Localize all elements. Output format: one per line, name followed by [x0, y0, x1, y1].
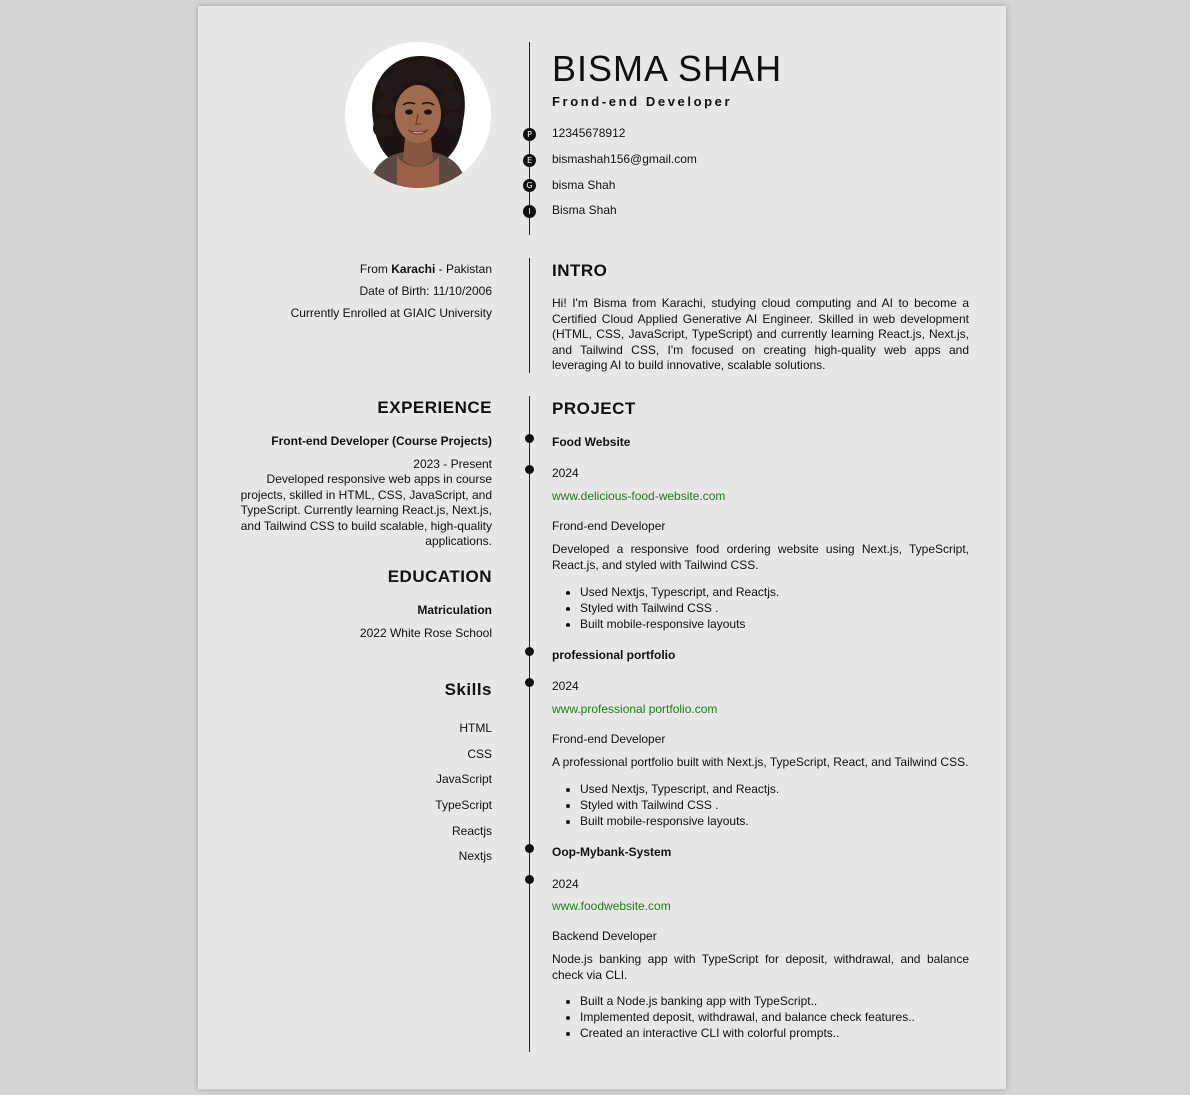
project-link[interactable]: www.professional portfolio.com: [552, 702, 717, 716]
projects-heading: PROJECT: [552, 399, 636, 418]
skill-item: CSS: [467, 747, 492, 761]
project-bullets: Used Nextjs, Typescript, and Reactjs. St…: [552, 782, 997, 829]
experience-role: Front-end Developer (Course Projects): [271, 434, 492, 448]
project-bullet: Used Nextjs, Typescript, and Reactjs.: [580, 585, 997, 601]
enrollment: Currently Enrolled at GIAIC University: [290, 306, 492, 320]
project-link[interactable]: www.delicious-food-website.com: [552, 489, 725, 503]
intro-heading: INTRO: [552, 261, 608, 280]
project-link[interactable]: www.foodwebsite.com: [552, 899, 671, 913]
timeline-dot: [525, 647, 534, 656]
email-address[interactable]: bismashah156@gmail.com: [552, 152, 697, 166]
education-detail: 2022 White Rose School: [359, 626, 492, 640]
location-prefix: From: [359, 262, 392, 276]
education-degree: Matriculation: [417, 603, 492, 617]
timeline-dot: [525, 434, 534, 443]
project-bullet: Created an interactive CLI with colorful…: [580, 1026, 997, 1042]
instagram-marker: I: [523, 205, 536, 218]
timeline-dot: [525, 875, 534, 884]
project-role: Backend Developer: [552, 929, 657, 943]
skill-item: JavaScript: [435, 772, 492, 786]
project-year: 2024: [552, 877, 579, 891]
skills-heading: Skills: [444, 680, 492, 699]
project-bullet: Styled with Tailwind CSS .: [580, 798, 997, 814]
github-handle[interactable]: bisma Shah: [552, 178, 615, 192]
phone-number: 12345678912: [552, 126, 626, 140]
profile-avatar: [345, 42, 491, 188]
experience-description: Developed responsive web apps in course …: [240, 472, 492, 549]
education-heading: EDUCATION: [387, 567, 492, 586]
intro-text: Hi! I'm Bisma from Karachi, studying clo…: [552, 296, 969, 373]
resume-page: BISMA SHAH Frond-end Developer P 1234567…: [198, 6, 1006, 1089]
candidate-title: Frond-end Developer: [552, 94, 733, 109]
timeline-dot: [525, 844, 534, 853]
experience-heading: EXPERIENCE: [377, 398, 492, 417]
intro-divider: [529, 258, 530, 373]
project-bullet: Built a Node.js banking app with TypeScr…: [580, 994, 997, 1010]
project-bullets: Built a Node.js banking app with TypeScr…: [552, 994, 997, 1041]
experience-period: 2023 - Present: [413, 457, 492, 471]
project-description: Developed a responsive food ordering web…: [552, 542, 969, 572]
github-marker: G: [523, 179, 536, 192]
email-marker: E: [523, 154, 536, 167]
location-country: - Pakistan: [435, 262, 492, 276]
project-bullet: Implemented deposit, withdrawal, and bal…: [580, 1010, 997, 1026]
avatar-illustration: [345, 42, 491, 188]
project-year: 2024: [552, 679, 579, 693]
timeline-dot: [525, 465, 534, 474]
project-role: Frond-end Developer: [552, 519, 666, 533]
candidate-name: BISMA SHAH: [552, 48, 783, 89]
skill-item: Reactjs: [451, 824, 492, 838]
project-role: Frond-end Developer: [552, 732, 666, 746]
project-description: A professional portfolio built with Next…: [552, 755, 969, 769]
project-bullets: Used Nextjs, Typescript, and Reactjs. St…: [552, 585, 997, 632]
project-bullet: Used Nextjs, Typescript, and Reactjs.: [580, 782, 997, 798]
location-city: Karachi: [391, 262, 436, 276]
project-year: 2024: [552, 466, 579, 480]
project-title: Food Website: [552, 435, 631, 449]
projects-divider: [529, 396, 530, 1052]
project-bullet: Built mobile-responsive layouts: [580, 617, 997, 633]
phone-marker: P: [523, 128, 536, 141]
skill-item: Nextjs: [458, 849, 492, 863]
project-bullet: Built mobile-responsive layouts.: [580, 814, 997, 830]
project-description: Node.js banking app with TypeScript for …: [552, 952, 969, 982]
project-title: professional portfolio: [552, 648, 676, 662]
date-of-birth: Date of Birth: 11/10/2006: [359, 284, 492, 298]
skill-item: HTML: [459, 721, 492, 735]
skill-item: TypeScript: [435, 798, 492, 812]
location: From Karachi - Pakistan: [360, 262, 492, 276]
instagram-handle[interactable]: Bisma Shah: [552, 203, 617, 217]
project-title: Oop-Mybank-System: [552, 845, 672, 859]
timeline-dot: [525, 678, 534, 687]
project-bullet: Styled with Tailwind CSS .: [580, 601, 997, 617]
